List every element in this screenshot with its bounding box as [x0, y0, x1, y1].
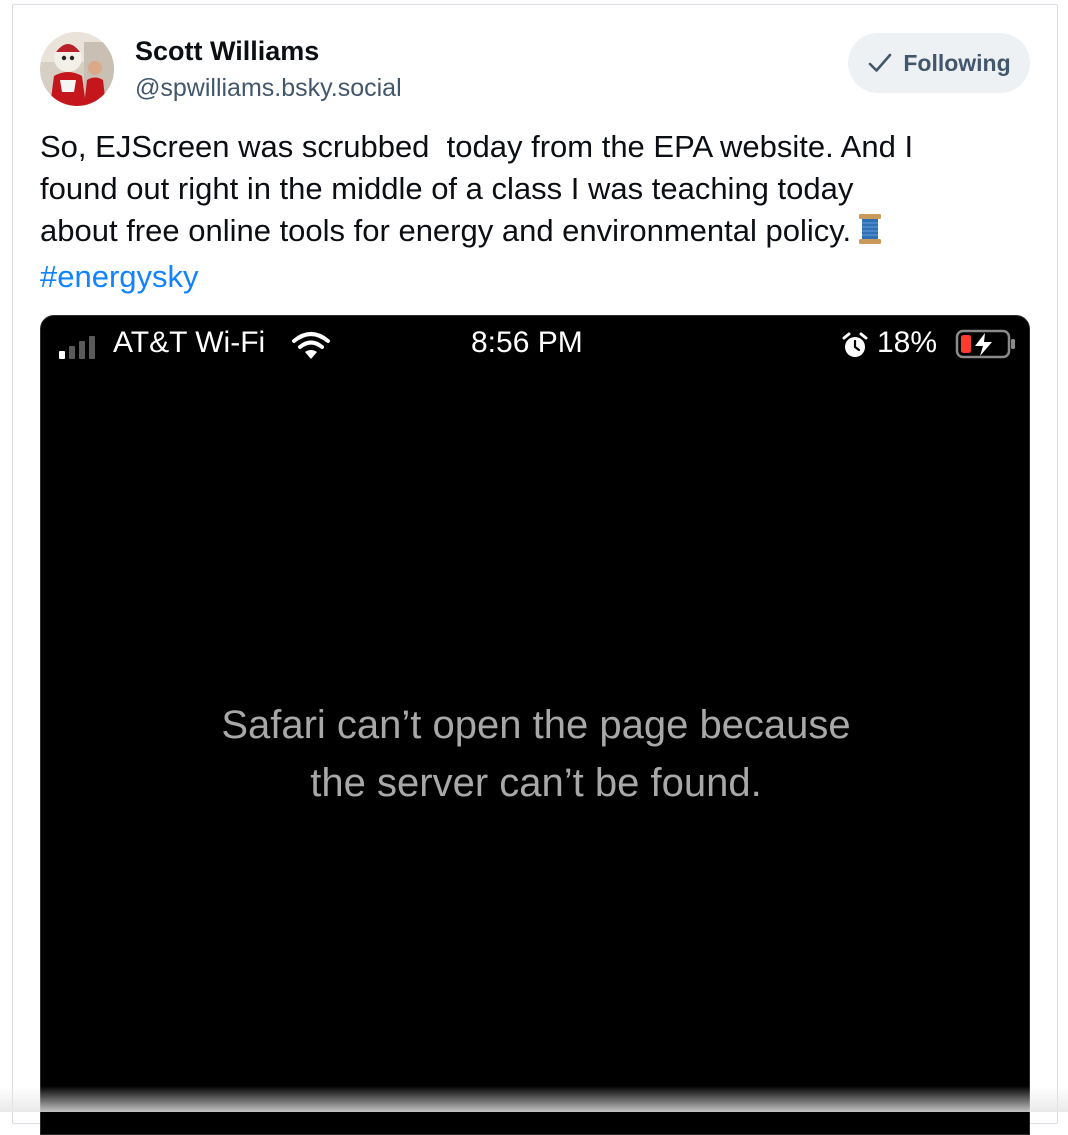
post-text-line: about free online tools for energy and e… [40, 210, 1030, 256]
alarm-icon [841, 332, 869, 368]
error-text-line: the server can’t be found. [310, 761, 762, 805]
status-time: 8:56 PM [471, 326, 583, 359]
error-text-line: Safari can’t open the page because [221, 703, 851, 747]
bottom-scroll-fade [0, 1086, 1068, 1112]
phone-status-bar: AT&T Wi-Fi 8:56 PM 18% [41, 316, 1029, 372]
battery-percent: 18% [877, 326, 938, 359]
post-text: So, EJScreen was scrubbed today from the… [40, 126, 1030, 298]
author-handle[interactable]: @spwilliams.bsky.social [135, 74, 402, 103]
thread-spool-icon [857, 213, 883, 256]
wifi-icon [291, 330, 331, 368]
hashtag-link[interactable]: #energysky [40, 256, 1030, 298]
safari-error-message: Safari can’t open the page because the s… [41, 696, 1029, 812]
signal-bars-icon [59, 333, 105, 367]
post-text-line: So, EJScreen was scrubbed today from the… [40, 129, 914, 164]
checkmark-icon [867, 52, 893, 74]
battery-charging-icon [955, 329, 1017, 367]
carrier-label: AT&T Wi-Fi [113, 326, 266, 359]
avatar[interactable] [40, 32, 114, 106]
author-display-name[interactable]: Scott Williams [135, 36, 319, 67]
post-image[interactable]: AT&T Wi-Fi 8:56 PM 18% Safari can’t open… [40, 315, 1030, 1135]
post-text-segment: about free online tools for energy and e… [40, 213, 852, 248]
following-label: Following [903, 49, 1011, 76]
following-button[interactable]: Following [848, 33, 1030, 93]
post-text-line: found out right in the middle of a class… [40, 171, 854, 206]
